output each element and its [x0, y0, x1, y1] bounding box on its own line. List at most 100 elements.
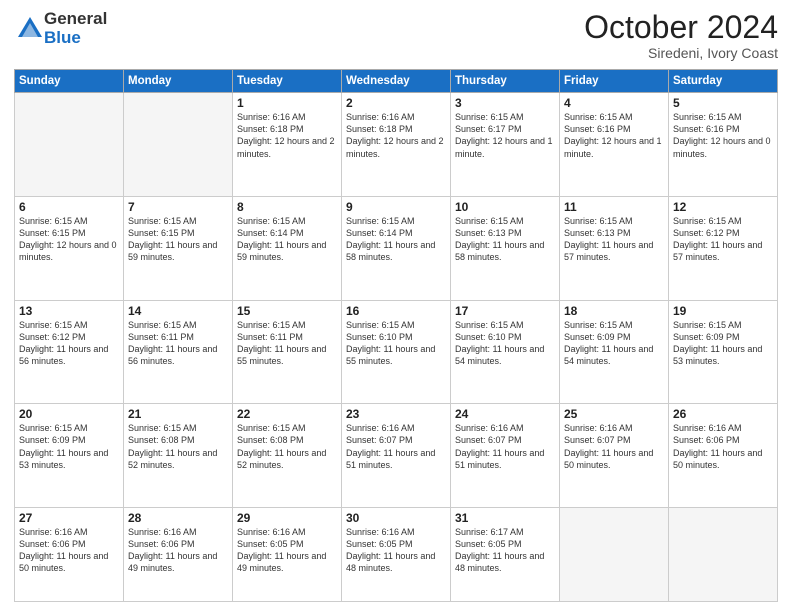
week-row-1: 1Sunrise: 6:16 AM Sunset: 6:18 PM Daylig… [15, 93, 778, 197]
day-number: 24 [455, 407, 555, 421]
calendar-cell: 9Sunrise: 6:15 AM Sunset: 6:14 PM Daylig… [342, 196, 451, 300]
day-number: 14 [128, 304, 228, 318]
day-number: 5 [673, 96, 773, 110]
day-number: 18 [564, 304, 664, 318]
calendar-cell: 22Sunrise: 6:15 AM Sunset: 6:08 PM Dayli… [233, 404, 342, 508]
weekday-monday: Monday [124, 70, 233, 93]
day-info: Sunrise: 6:16 AM Sunset: 6:05 PM Dayligh… [237, 526, 337, 575]
day-info: Sunrise: 6:17 AM Sunset: 6:05 PM Dayligh… [455, 526, 555, 575]
calendar-cell: 24Sunrise: 6:16 AM Sunset: 6:07 PM Dayli… [451, 404, 560, 508]
week-row-2: 6Sunrise: 6:15 AM Sunset: 6:15 PM Daylig… [15, 196, 778, 300]
page: General Blue October 2024 Siredeni, Ivor… [0, 0, 792, 612]
calendar-cell: 30Sunrise: 6:16 AM Sunset: 6:05 PM Dayli… [342, 507, 451, 601]
month-title: October 2024 [584, 10, 778, 45]
day-info: Sunrise: 6:15 AM Sunset: 6:09 PM Dayligh… [19, 422, 119, 471]
day-info: Sunrise: 6:16 AM Sunset: 6:18 PM Dayligh… [237, 111, 337, 160]
day-info: Sunrise: 6:15 AM Sunset: 6:12 PM Dayligh… [19, 319, 119, 368]
day-number: 7 [128, 200, 228, 214]
calendar-cell [669, 507, 778, 601]
day-number: 21 [128, 407, 228, 421]
week-row-3: 13Sunrise: 6:15 AM Sunset: 6:12 PM Dayli… [15, 300, 778, 404]
calendar-cell [124, 93, 233, 197]
calendar-cell: 2Sunrise: 6:16 AM Sunset: 6:18 PM Daylig… [342, 93, 451, 197]
day-number: 26 [673, 407, 773, 421]
day-number: 19 [673, 304, 773, 318]
day-number: 1 [237, 96, 337, 110]
calendar-cell: 1Sunrise: 6:16 AM Sunset: 6:18 PM Daylig… [233, 93, 342, 197]
day-info: Sunrise: 6:16 AM Sunset: 6:05 PM Dayligh… [346, 526, 446, 575]
day-info: Sunrise: 6:16 AM Sunset: 6:06 PM Dayligh… [128, 526, 228, 575]
day-info: Sunrise: 6:15 AM Sunset: 6:09 PM Dayligh… [564, 319, 664, 368]
calendar-cell: 14Sunrise: 6:15 AM Sunset: 6:11 PM Dayli… [124, 300, 233, 404]
week-row-4: 20Sunrise: 6:15 AM Sunset: 6:09 PM Dayli… [15, 404, 778, 508]
day-info: Sunrise: 6:15 AM Sunset: 6:14 PM Dayligh… [346, 215, 446, 264]
day-number: 27 [19, 511, 119, 525]
calendar-cell: 31Sunrise: 6:17 AM Sunset: 6:05 PM Dayli… [451, 507, 560, 601]
day-info: Sunrise: 6:15 AM Sunset: 6:08 PM Dayligh… [237, 422, 337, 471]
calendar-cell [560, 507, 669, 601]
day-number: 10 [455, 200, 555, 214]
day-info: Sunrise: 6:16 AM Sunset: 6:06 PM Dayligh… [19, 526, 119, 575]
calendar-cell: 6Sunrise: 6:15 AM Sunset: 6:15 PM Daylig… [15, 196, 124, 300]
calendar-cell: 26Sunrise: 6:16 AM Sunset: 6:06 PM Dayli… [669, 404, 778, 508]
calendar-cell: 13Sunrise: 6:15 AM Sunset: 6:12 PM Dayli… [15, 300, 124, 404]
weekday-header-row: SundayMondayTuesdayWednesdayThursdayFrid… [15, 70, 778, 93]
day-info: Sunrise: 6:16 AM Sunset: 6:07 PM Dayligh… [564, 422, 664, 471]
day-number: 3 [455, 96, 555, 110]
calendar-cell: 17Sunrise: 6:15 AM Sunset: 6:10 PM Dayli… [451, 300, 560, 404]
day-number: 4 [564, 96, 664, 110]
calendar-cell: 27Sunrise: 6:16 AM Sunset: 6:06 PM Dayli… [15, 507, 124, 601]
day-info: Sunrise: 6:15 AM Sunset: 6:15 PM Dayligh… [19, 215, 119, 264]
day-number: 8 [237, 200, 337, 214]
calendar-cell: 19Sunrise: 6:15 AM Sunset: 6:09 PM Dayli… [669, 300, 778, 404]
calendar-cell: 20Sunrise: 6:15 AM Sunset: 6:09 PM Dayli… [15, 404, 124, 508]
day-info: Sunrise: 6:16 AM Sunset: 6:07 PM Dayligh… [346, 422, 446, 471]
calendar-cell: 21Sunrise: 6:15 AM Sunset: 6:08 PM Dayli… [124, 404, 233, 508]
day-info: Sunrise: 6:16 AM Sunset: 6:07 PM Dayligh… [455, 422, 555, 471]
calendar-cell: 10Sunrise: 6:15 AM Sunset: 6:13 PM Dayli… [451, 196, 560, 300]
day-number: 31 [455, 511, 555, 525]
calendar-cell: 23Sunrise: 6:16 AM Sunset: 6:07 PM Dayli… [342, 404, 451, 508]
calendar-cell: 3Sunrise: 6:15 AM Sunset: 6:17 PM Daylig… [451, 93, 560, 197]
location: Siredeni, Ivory Coast [584, 45, 778, 61]
weekday-wednesday: Wednesday [342, 70, 451, 93]
day-info: Sunrise: 6:15 AM Sunset: 6:11 PM Dayligh… [128, 319, 228, 368]
day-info: Sunrise: 6:15 AM Sunset: 6:17 PM Dayligh… [455, 111, 555, 160]
logo-icon [16, 15, 44, 43]
day-info: Sunrise: 6:15 AM Sunset: 6:14 PM Dayligh… [237, 215, 337, 264]
calendar-cell [15, 93, 124, 197]
calendar-cell: 11Sunrise: 6:15 AM Sunset: 6:13 PM Dayli… [560, 196, 669, 300]
day-number: 22 [237, 407, 337, 421]
day-info: Sunrise: 6:15 AM Sunset: 6:15 PM Dayligh… [128, 215, 228, 264]
header: General Blue October 2024 Siredeni, Ivor… [14, 10, 778, 61]
day-number: 20 [19, 407, 119, 421]
day-number: 29 [237, 511, 337, 525]
weekday-sunday: Sunday [15, 70, 124, 93]
logo-blue: Blue [44, 29, 107, 48]
day-info: Sunrise: 6:15 AM Sunset: 6:09 PM Dayligh… [673, 319, 773, 368]
weekday-thursday: Thursday [451, 70, 560, 93]
day-info: Sunrise: 6:16 AM Sunset: 6:06 PM Dayligh… [673, 422, 773, 471]
day-info: Sunrise: 6:15 AM Sunset: 6:13 PM Dayligh… [564, 215, 664, 264]
day-number: 30 [346, 511, 446, 525]
day-number: 25 [564, 407, 664, 421]
calendar-cell: 12Sunrise: 6:15 AM Sunset: 6:12 PM Dayli… [669, 196, 778, 300]
day-number: 12 [673, 200, 773, 214]
calendar-cell: 16Sunrise: 6:15 AM Sunset: 6:10 PM Dayli… [342, 300, 451, 404]
calendar-cell: 7Sunrise: 6:15 AM Sunset: 6:15 PM Daylig… [124, 196, 233, 300]
day-info: Sunrise: 6:15 AM Sunset: 6:13 PM Dayligh… [455, 215, 555, 264]
calendar-cell: 8Sunrise: 6:15 AM Sunset: 6:14 PM Daylig… [233, 196, 342, 300]
day-info: Sunrise: 6:15 AM Sunset: 6:10 PM Dayligh… [455, 319, 555, 368]
calendar-cell: 18Sunrise: 6:15 AM Sunset: 6:09 PM Dayli… [560, 300, 669, 404]
week-row-5: 27Sunrise: 6:16 AM Sunset: 6:06 PM Dayli… [15, 507, 778, 601]
day-info: Sunrise: 6:15 AM Sunset: 6:08 PM Dayligh… [128, 422, 228, 471]
day-number: 9 [346, 200, 446, 214]
logo-general: General [44, 10, 107, 29]
calendar-cell: 28Sunrise: 6:16 AM Sunset: 6:06 PM Dayli… [124, 507, 233, 601]
day-number: 28 [128, 511, 228, 525]
day-info: Sunrise: 6:15 AM Sunset: 6:10 PM Dayligh… [346, 319, 446, 368]
day-info: Sunrise: 6:15 AM Sunset: 6:16 PM Dayligh… [564, 111, 664, 160]
day-info: Sunrise: 6:15 AM Sunset: 6:11 PM Dayligh… [237, 319, 337, 368]
day-number: 16 [346, 304, 446, 318]
calendar: SundayMondayTuesdayWednesdayThursdayFrid… [14, 69, 778, 602]
